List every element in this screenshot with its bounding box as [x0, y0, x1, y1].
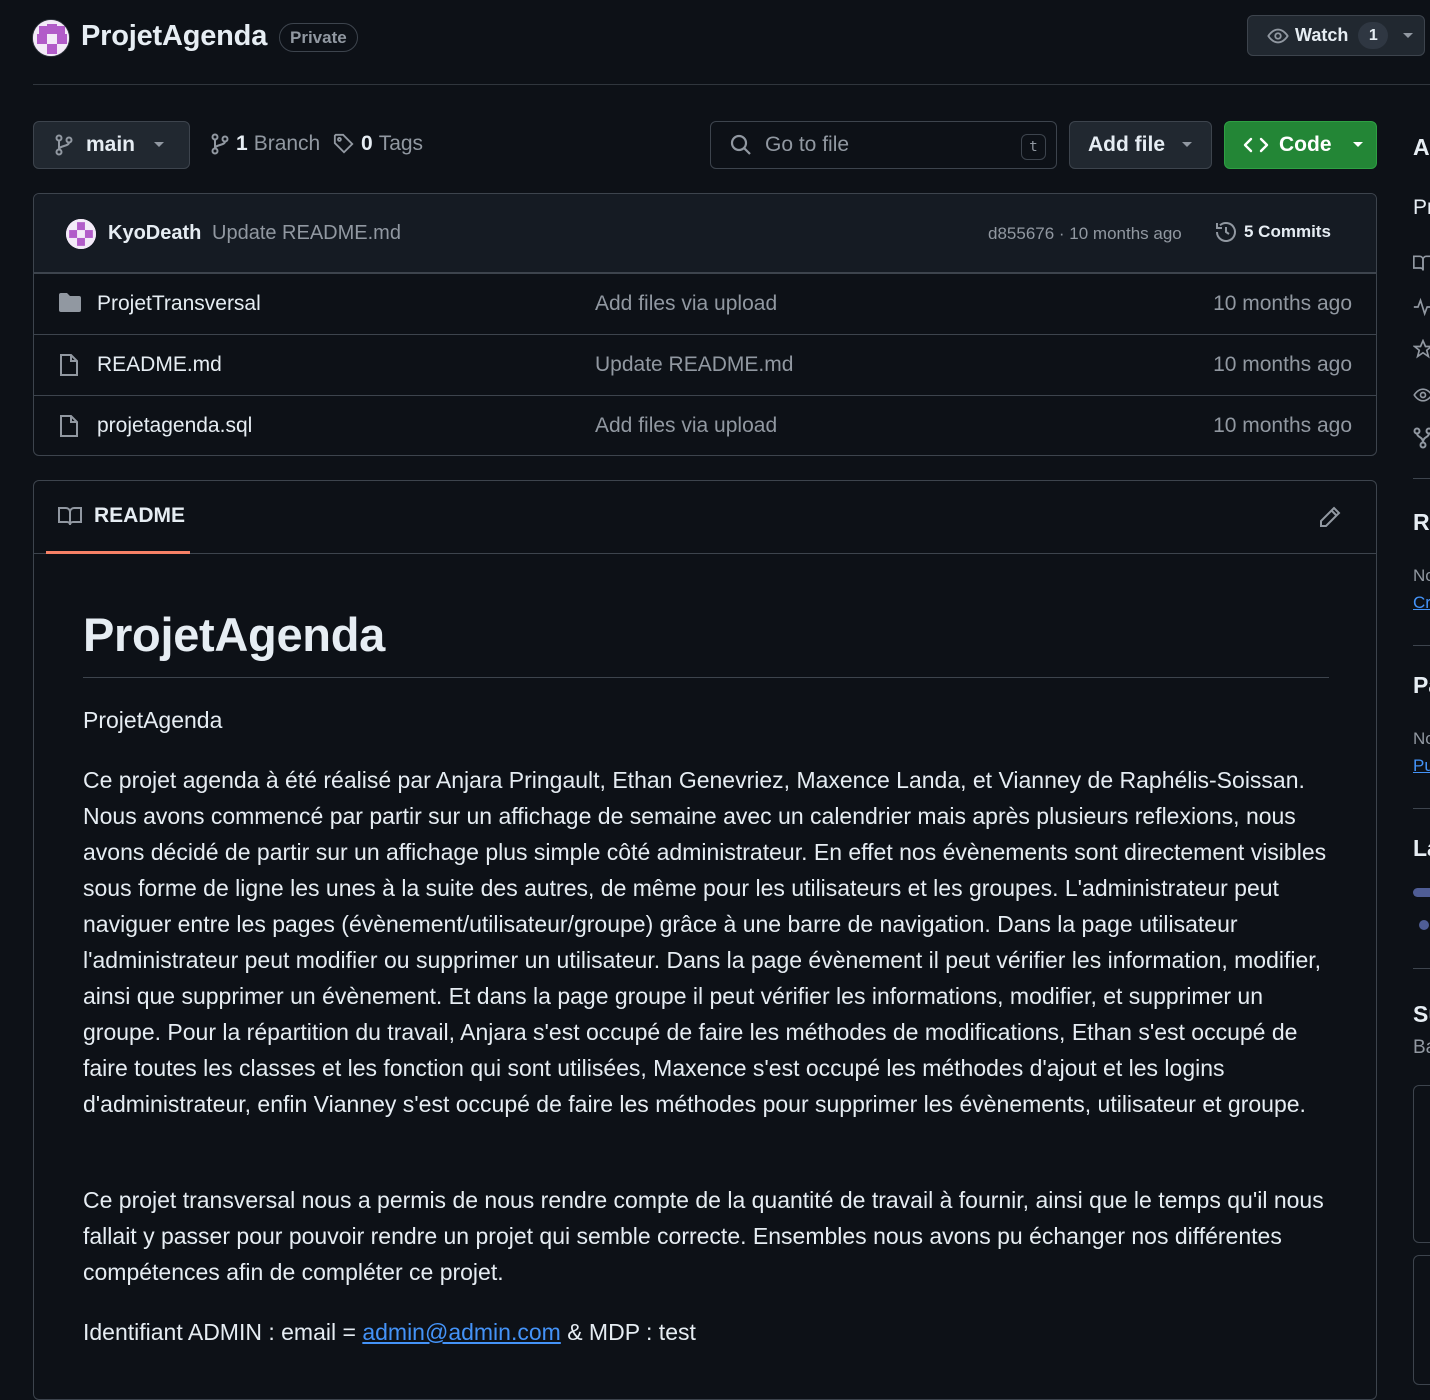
chevron-down-icon[interactable] — [1402, 32, 1414, 40]
about-heading: A — [1413, 134, 1430, 161]
file-date: 10 months ago — [1213, 353, 1352, 377]
sidebar-divider — [1413, 478, 1430, 479]
packages-text: No — [1413, 729, 1430, 749]
add-file-label: Add file — [1088, 133, 1165, 157]
chevron-down-icon — [153, 141, 165, 149]
go-to-file-input[interactable]: Go to file t — [710, 121, 1057, 169]
tab-readme[interactable]: README — [46, 481, 190, 554]
credentials-suffix: & MDP : test — [561, 1319, 696, 1345]
suggested-card[interactable] — [1413, 1085, 1430, 1243]
file-row[interactable]: README.md Update README.md 10 months ago — [34, 334, 1376, 395]
branch-name: main — [86, 133, 135, 157]
history-icon — [1214, 220, 1238, 244]
search-placeholder: Go to file — [765, 133, 849, 157]
fork-icon[interactable] — [1413, 427, 1430, 449]
create-release-link[interactable]: Cr — [1413, 593, 1430, 613]
latest-commit-bar: KyoDeath Update README.md d855676 · 10 m… — [34, 194, 1376, 273]
suggested-card[interactable] — [1413, 1255, 1430, 1385]
chevron-down-icon — [1352, 141, 1364, 149]
commit-author-avatar[interactable] — [66, 219, 96, 249]
file-commit-message[interactable]: Add files via upload — [595, 292, 777, 316]
file-icon — [58, 353, 80, 377]
branch-icon — [210, 133, 230, 155]
branch-selector[interactable]: main — [33, 121, 190, 169]
readme-credentials: Identifiant ADMIN : email = admin@admin.… — [83, 1314, 1333, 1350]
search-icon — [729, 133, 753, 157]
readme-panel: README ProjetAgenda ProjetAgenda Ce proj… — [33, 480, 1377, 1400]
star-icon[interactable] — [1413, 339, 1430, 359]
code-icon — [1243, 136, 1269, 154]
branch-count-label: Branch — [254, 132, 321, 156]
sidebar-divider — [1413, 968, 1430, 969]
tag-icon — [333, 133, 355, 155]
languages-heading: La — [1413, 835, 1430, 862]
language-bar — [1413, 888, 1430, 897]
admin-email-link[interactable]: admin@admin.com — [362, 1319, 560, 1345]
branch-count: 1 — [236, 132, 248, 156]
tags-link[interactable]: 0 Tags — [333, 132, 423, 156]
readme-tab-label: README — [94, 504, 185, 528]
watch-label: Watch — [1295, 25, 1348, 46]
publish-package-link[interactable]: Pu — [1413, 756, 1430, 776]
visibility-badge: Private — [279, 23, 358, 52]
header-divider — [33, 84, 1430, 85]
suggested-text: Ba — [1413, 1037, 1430, 1059]
commits-history-link[interactable]: 5 Commits — [1214, 220, 1331, 244]
credentials-prefix: Identifiant ADMIN : email = — [83, 1319, 362, 1345]
file-date: 10 months ago — [1213, 414, 1352, 438]
commit-message[interactable]: Update README.md — [212, 222, 401, 245]
keyboard-shortcut-hint: t — [1021, 134, 1046, 160]
branch-icon — [54, 134, 74, 156]
file-browser: KyoDeath Update README.md d855676 · 10 m… — [33, 193, 1377, 456]
commit-author[interactable]: KyoDeath — [108, 222, 201, 245]
file-row[interactable]: projetagenda.sql Add files via upload 10… — [34, 395, 1376, 456]
eye-icon — [1267, 25, 1289, 47]
about-description: Pr — [1413, 196, 1430, 220]
code-button[interactable]: Code — [1224, 121, 1377, 169]
releases-text: No — [1413, 566, 1430, 586]
readme-paragraph: ProjetAgenda — [83, 702, 1333, 738]
suggested-heading: Su — [1413, 1001, 1430, 1028]
tag-count: 0 — [361, 132, 373, 156]
file-commit-message[interactable]: Add files via upload — [595, 414, 777, 438]
readme-tabbar: README — [34, 481, 1376, 554]
language-dot — [1419, 920, 1429, 930]
eye-icon[interactable] — [1413, 385, 1430, 405]
file-name[interactable]: README.md — [97, 353, 222, 377]
watch-button[interactable]: Watch 1 — [1247, 15, 1425, 56]
readme-paragraph: Ce projet agenda à été réalisé par Anjar… — [83, 762, 1333, 1122]
file-commit-message[interactable]: Update README.md — [595, 353, 793, 377]
folder-icon — [58, 292, 82, 314]
repo-name[interactable]: ProjetAgenda — [81, 20, 267, 53]
repo-header: ProjetAgenda Private Watch 1 — [0, 0, 1430, 86]
book-icon — [58, 505, 82, 527]
commit-hash-and-time[interactable]: d855676 · 10 months ago — [988, 224, 1182, 244]
file-icon — [58, 414, 80, 438]
branches-link[interactable]: 1 Branch — [210, 132, 320, 156]
pencil-icon[interactable] — [1318, 505, 1342, 529]
packages-heading[interactable]: Pa — [1413, 672, 1430, 699]
readme-title: ProjetAgenda — [83, 607, 385, 662]
add-file-button[interactable]: Add file — [1069, 121, 1212, 169]
commits-count: 5 Commits — [1244, 222, 1331, 242]
readme-icon[interactable] — [1413, 253, 1430, 273]
watch-count: 1 — [1358, 22, 1388, 49]
file-name[interactable]: ProjetTransversal — [97, 292, 261, 316]
file-date: 10 months ago — [1213, 292, 1352, 316]
releases-heading[interactable]: Re — [1413, 509, 1430, 536]
sidebar-divider — [1413, 645, 1430, 646]
activity-icon[interactable] — [1413, 297, 1430, 317]
file-row[interactable]: ProjetTransversal Add files via upload 1… — [34, 273, 1376, 334]
sidebar-divider — [1413, 808, 1430, 809]
file-name[interactable]: projetagenda.sql — [97, 414, 252, 438]
heading-divider — [83, 677, 1329, 678]
chevron-down-icon — [1181, 141, 1193, 149]
readme-paragraph: Ce projet transversal nous a permis de n… — [83, 1182, 1333, 1290]
tag-count-label: Tags — [379, 132, 423, 156]
owner-avatar[interactable] — [32, 19, 70, 57]
code-label: Code — [1279, 133, 1332, 157]
